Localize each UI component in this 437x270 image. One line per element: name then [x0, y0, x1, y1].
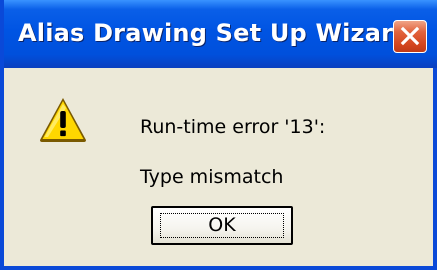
close-icon	[400, 26, 420, 46]
ok-button[interactable]: OK	[151, 206, 293, 245]
ok-button-label: OK	[208, 214, 236, 236]
title-bar[interactable]: Alias Drawing Set Up Wizard	[4, 0, 437, 68]
error-code-text: Run-time error '13':	[140, 116, 326, 138]
close-button[interactable]	[393, 20, 427, 53]
warning-icon	[40, 98, 86, 142]
error-message-text: Type mismatch	[140, 166, 284, 188]
error-dialog-window: Alias Drawing Set Up Wizard Run-time err…	[0, 0, 437, 270]
window-title: Alias Drawing Set Up Wizard	[18, 19, 411, 47]
